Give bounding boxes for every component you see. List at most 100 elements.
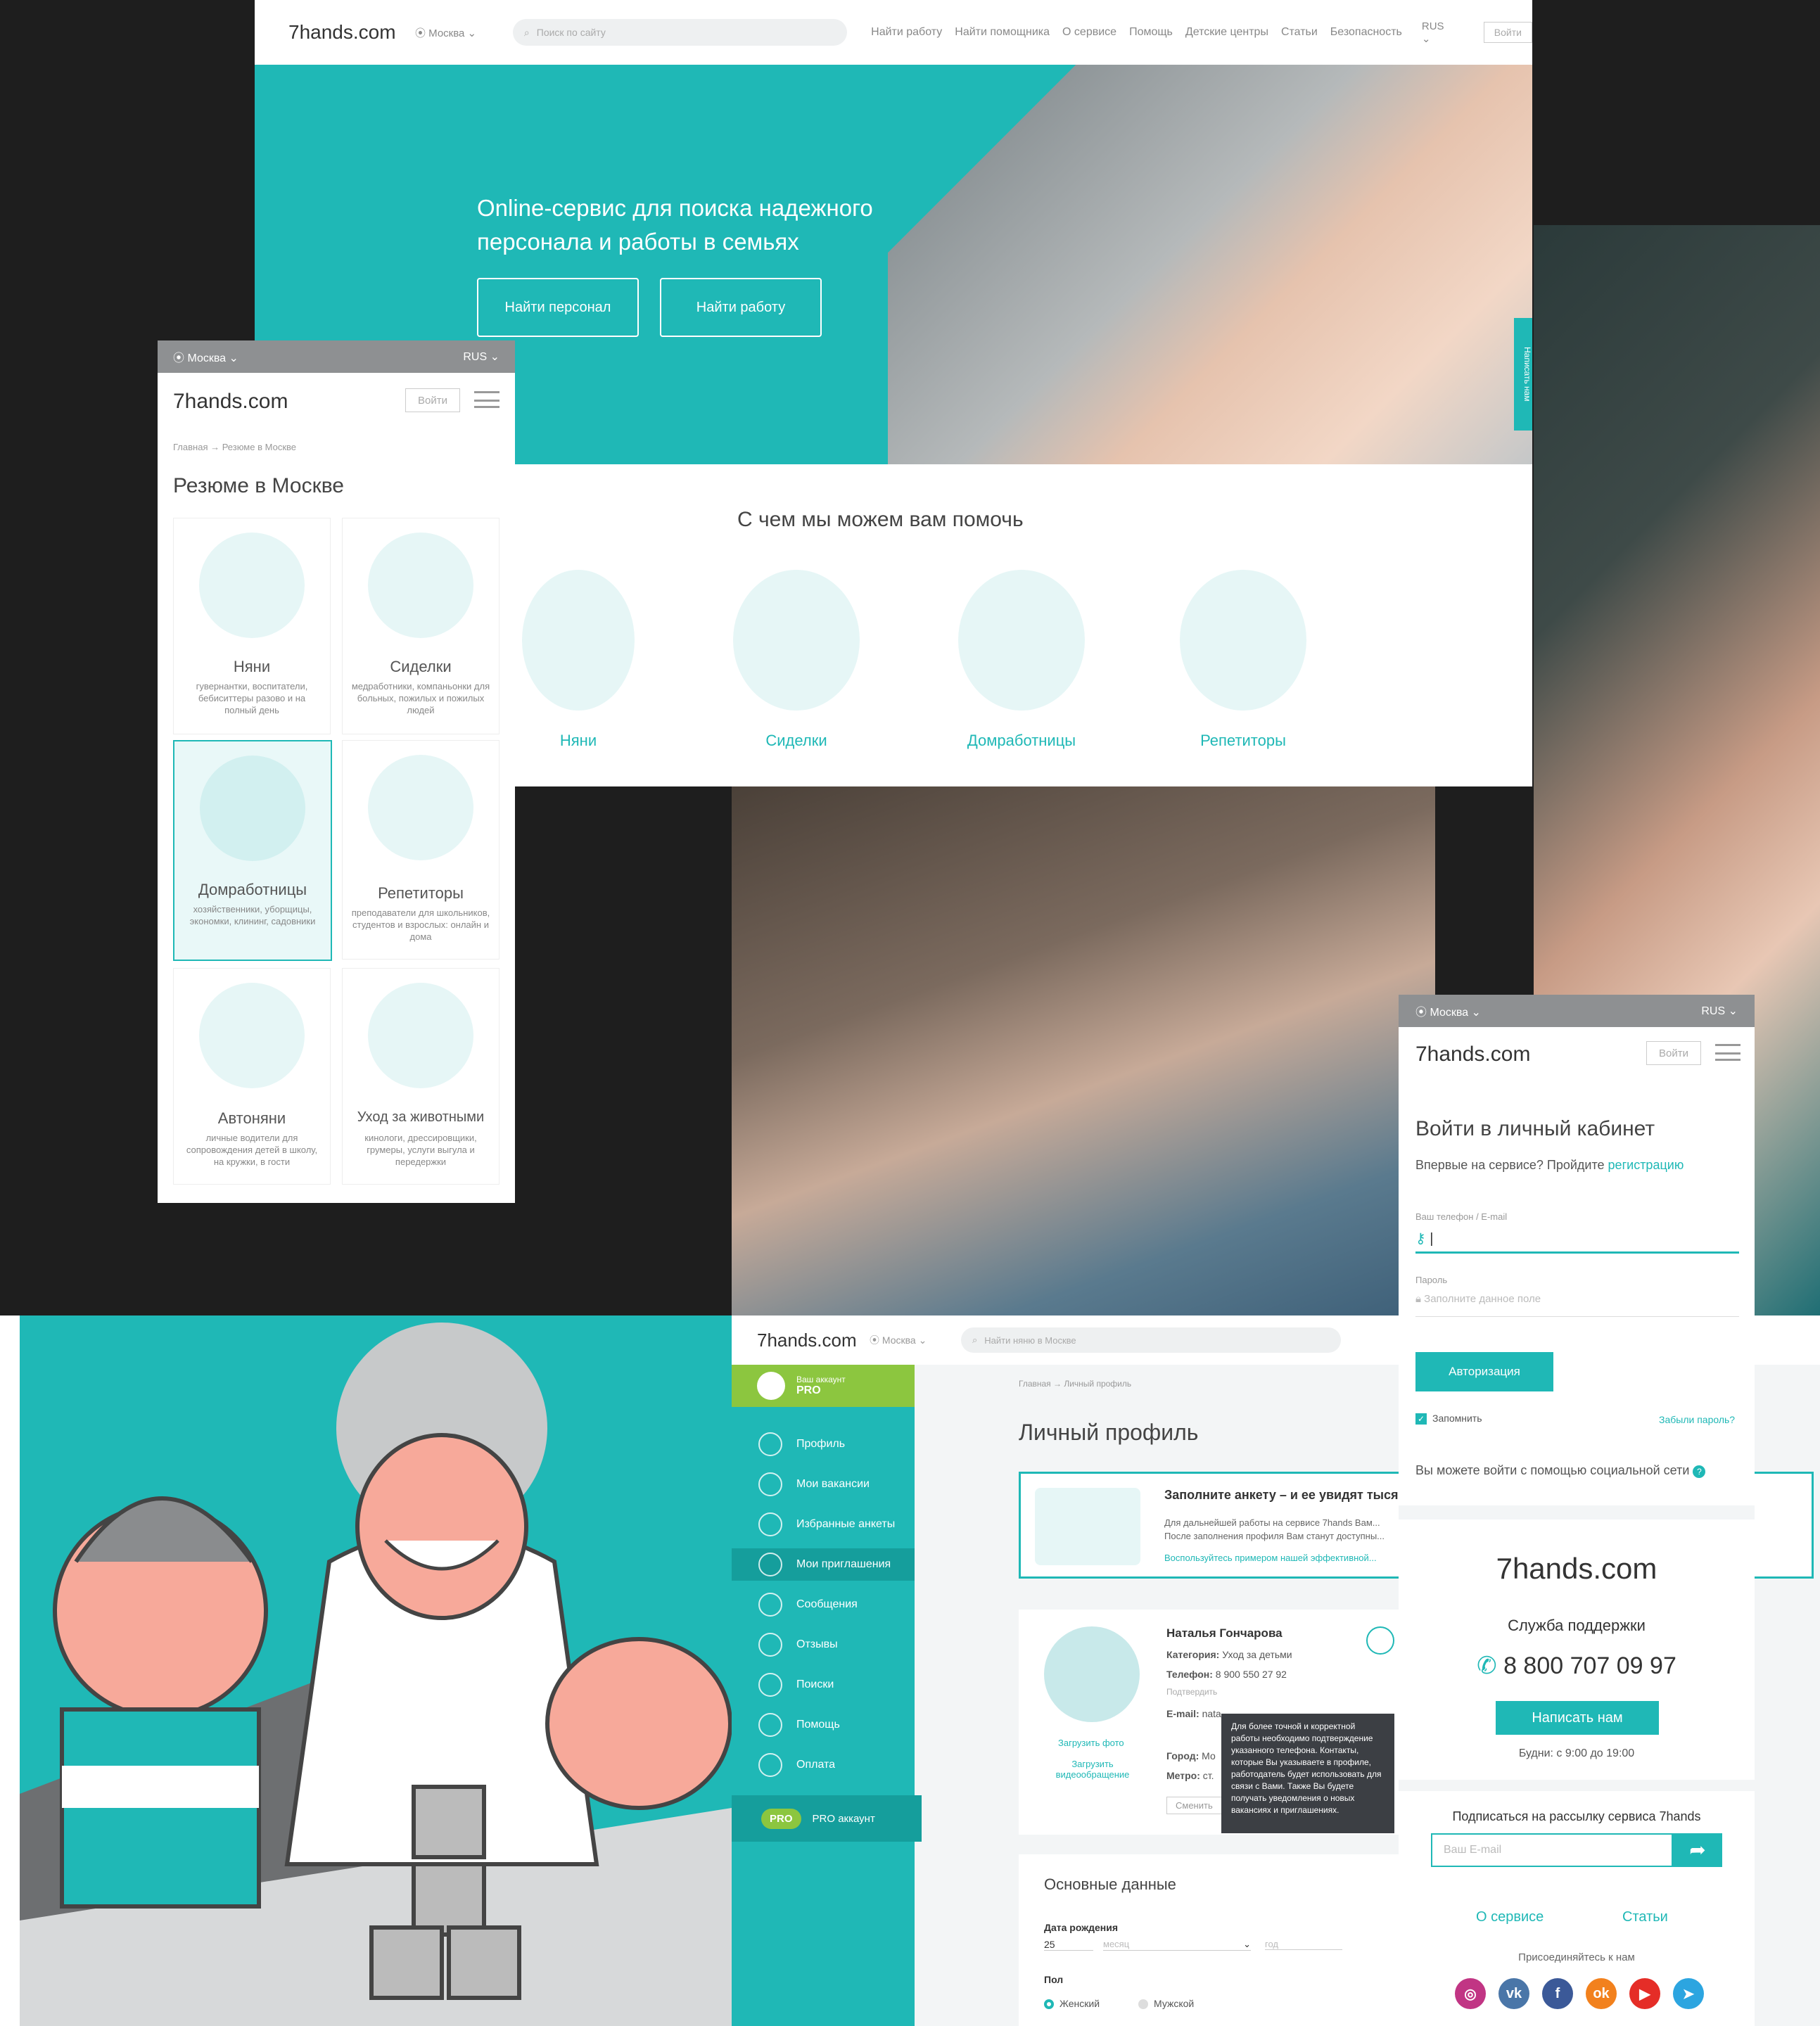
- subscribe-email-input[interactable]: Ваш E-mail: [1431, 1833, 1673, 1867]
- birth-day-input[interactable]: 25: [1044, 1939, 1093, 1951]
- gender-female-label: Женский: [1059, 1998, 1100, 2009]
- service-caregiver[interactable]: Сиделки: [719, 563, 874, 774]
- family-illustration: [20, 1315, 732, 2026]
- location-pin-icon: ⦿: [415, 27, 429, 39]
- mobile-login-button[interactable]: Войти: [405, 388, 460, 412]
- card-nanny[interactable]: Няни гувернантки, воспитатели, бебиситте…: [173, 518, 331, 734]
- service-housekeeper[interactable]: Домработницы: [930, 563, 1113, 774]
- metro-row: Метро: ст.: [1166, 1770, 1214, 1781]
- instagram-icon[interactable]: ◎: [1455, 1978, 1486, 2009]
- menu-reviews-label: Отзывы: [796, 1638, 838, 1650]
- nav-find-job[interactable]: Найти работу: [871, 26, 942, 39]
- housekeeper-illustration: [958, 570, 1085, 711]
- gender-female-radio[interactable]: Женский: [1044, 1998, 1100, 2010]
- facebook-icon[interactable]: f: [1542, 1978, 1573, 2009]
- radio-unchecked-icon: [1138, 1999, 1148, 2010]
- menu-payment[interactable]: Оплата: [732, 1749, 915, 1781]
- card-caregiver[interactable]: Сиделки медработники, компаньонки для бо…: [342, 518, 499, 734]
- support-phone[interactable]: ✆ 8 800 707 09 97: [1399, 1652, 1755, 1680]
- service-nanny[interactable]: Няни: [508, 563, 649, 774]
- nav-find-helper[interactable]: Найти помощника: [955, 26, 1050, 39]
- nav-kids-centers[interactable]: Детские центры: [1185, 26, 1268, 39]
- upload-photo-link[interactable]: Загрузить фото: [1058, 1738, 1124, 1748]
- service-tutor[interactable]: Репетиторы: [1155, 563, 1331, 774]
- category-row: Категория: Уход за детьми: [1166, 1649, 1292, 1660]
- vk-icon[interactable]: vk: [1498, 1978, 1529, 2009]
- hamburger-menu-icon[interactable]: [474, 391, 499, 408]
- account-block[interactable]: Ваш аккаунт PRO: [732, 1365, 915, 1407]
- profile-city-selector[interactable]: ⦿ Москва ⌄: [870, 1333, 947, 1347]
- telegram-icon[interactable]: ➤: [1673, 1978, 1704, 2009]
- nav-articles[interactable]: Статьи: [1281, 26, 1318, 39]
- forgot-password-link[interactable]: Забыли пароль?: [1659, 1414, 1735, 1425]
- menu-favorites[interactable]: Избранные анкеты: [732, 1508, 915, 1541]
- profile-card-illustration: [1035, 1488, 1140, 1565]
- birth-month-select[interactable]: месяц ⌄: [1103, 1939, 1251, 1951]
- menu-vacancies[interactable]: Мои вакансии: [732, 1468, 915, 1501]
- nav-safety[interactable]: Безопасность: [1330, 26, 1402, 39]
- envelope-icon: [758, 1593, 782, 1617]
- write-us-tab[interactable]: Написать нам: [1514, 318, 1532, 431]
- password-input[interactable]: 🔒︎ Заполните данное поле: [1415, 1293, 1739, 1317]
- menu-reviews[interactable]: Отзывы: [732, 1629, 915, 1661]
- login-lang-label: RUS: [1701, 1005, 1726, 1017]
- hamburger-menu-icon[interactable]: [1715, 1044, 1741, 1061]
- youtube-icon[interactable]: ▶: [1629, 1978, 1660, 2009]
- login-button[interactable]: Войти: [1483, 22, 1532, 43]
- wallet-icon: [758, 1753, 782, 1777]
- subscribe-send-button[interactable]: ➦: [1673, 1833, 1722, 1867]
- profile-avatar[interactable]: [1044, 1626, 1140, 1722]
- menu-invitations[interactable]: Мои приглашения: [732, 1548, 915, 1581]
- hero-title: Online-сервис для поиска надежного персо…: [477, 195, 873, 255]
- menu-messages-label: Сообщения: [796, 1598, 858, 1610]
- search-input[interactable]: ⌕ Поиск по сайту: [512, 19, 848, 46]
- odnoklassniki-icon[interactable]: ok: [1586, 1978, 1617, 2009]
- birth-year-input[interactable]: год: [1265, 1939, 1342, 1950]
- card-pet-care[interactable]: Уход за животными кинологи, дрессировщик…: [342, 968, 499, 1185]
- find-job-button[interactable]: Найти работу: [660, 278, 822, 337]
- nav-help[interactable]: Помощь: [1129, 26, 1173, 39]
- profile-logo[interactable]: 7hands.com: [757, 1330, 863, 1351]
- pro-account-item[interactable]: PRO PRO аккаунт: [732, 1795, 922, 1842]
- mobile-logo[interactable]: 7hands.com: [173, 390, 288, 414]
- fill-example-link[interactable]: Воспользуйтесь примером нашей эффективно…: [1164, 1553, 1377, 1563]
- password-placeholder: Заполните данное поле: [1424, 1293, 1541, 1305]
- login-lang-selector[interactable]: RUS ⌄: [1701, 1004, 1738, 1018]
- phone-tooltip: Для более точной и корректной работы нео…: [1221, 1714, 1394, 1833]
- auth-button[interactable]: Авторизация: [1415, 1352, 1553, 1391]
- register-link[interactable]: регистрацию: [1608, 1158, 1684, 1172]
- upload-video-link[interactable]: Загрузить видеообращение: [1054, 1759, 1131, 1780]
- card-tutor[interactable]: Репетиторы преподаватели для школьников,…: [342, 740, 499, 960]
- login-logo[interactable]: 7hands.com: [1415, 1043, 1530, 1066]
- phone-email-input[interactable]: ⚷ |: [1415, 1230, 1739, 1254]
- login-login-button[interactable]: Войти: [1646, 1041, 1701, 1065]
- support-write-button[interactable]: Написать нам: [1496, 1701, 1659, 1735]
- site-logo[interactable]: 7hands.com: [288, 21, 396, 44]
- login-city-selector[interactable]: ⦿ Москва ⌄: [1415, 1002, 1481, 1019]
- lang-selector[interactable]: RUS ⌄: [1422, 20, 1456, 45]
- change-button[interactable]: Сменить: [1166, 1797, 1222, 1814]
- footer-link-about[interactable]: О сервисе: [1476, 1909, 1544, 1925]
- card-auto-nanny[interactable]: Автоняни личные водители для сопровожден…: [173, 968, 331, 1185]
- menu-profile[interactable]: Профиль: [732, 1428, 915, 1460]
- confirm-phone-link[interactable]: Подтвердить: [1166, 1687, 1217, 1697]
- heart-icon: [758, 1512, 782, 1536]
- mobile-lang-selector[interactable]: RUS ⌄: [463, 350, 499, 364]
- menu-vacancies-label: Мои вакансии: [796, 1478, 870, 1490]
- question-icon[interactable]: ?: [1693, 1465, 1706, 1478]
- menu-help[interactable]: Помощь: [732, 1709, 915, 1741]
- remember-checkbox[interactable]: ✓ Запомнить: [1415, 1413, 1482, 1425]
- edit-pencil-icon[interactable]: [1366, 1626, 1394, 1655]
- footer-link-articles[interactable]: Статьи: [1622, 1909, 1668, 1925]
- city-selector[interactable]: ⦿ Москва ⌄: [415, 25, 492, 40]
- find-staff-button[interactable]: Найти персонал: [477, 278, 639, 337]
- profile-search-input[interactable]: ⌕ Найти няню в Москве: [961, 1327, 1341, 1353]
- gender-male-radio[interactable]: Мужской: [1138, 1998, 1194, 2010]
- card-caregiver-desc: медработники, компаньонки для больных, п…: [351, 681, 490, 715]
- checkbox-checked-icon: ✓: [1415, 1413, 1427, 1425]
- mobile-city-selector[interactable]: ⦿ Москва ⌄: [173, 348, 238, 365]
- nav-about[interactable]: О сервисе: [1062, 26, 1116, 39]
- card-housekeeper[interactable]: Домработницы хозяйственники, уборщицы, э…: [173, 740, 332, 961]
- menu-messages[interactable]: Сообщения: [732, 1588, 915, 1621]
- menu-searches[interactable]: Поиски: [732, 1669, 915, 1701]
